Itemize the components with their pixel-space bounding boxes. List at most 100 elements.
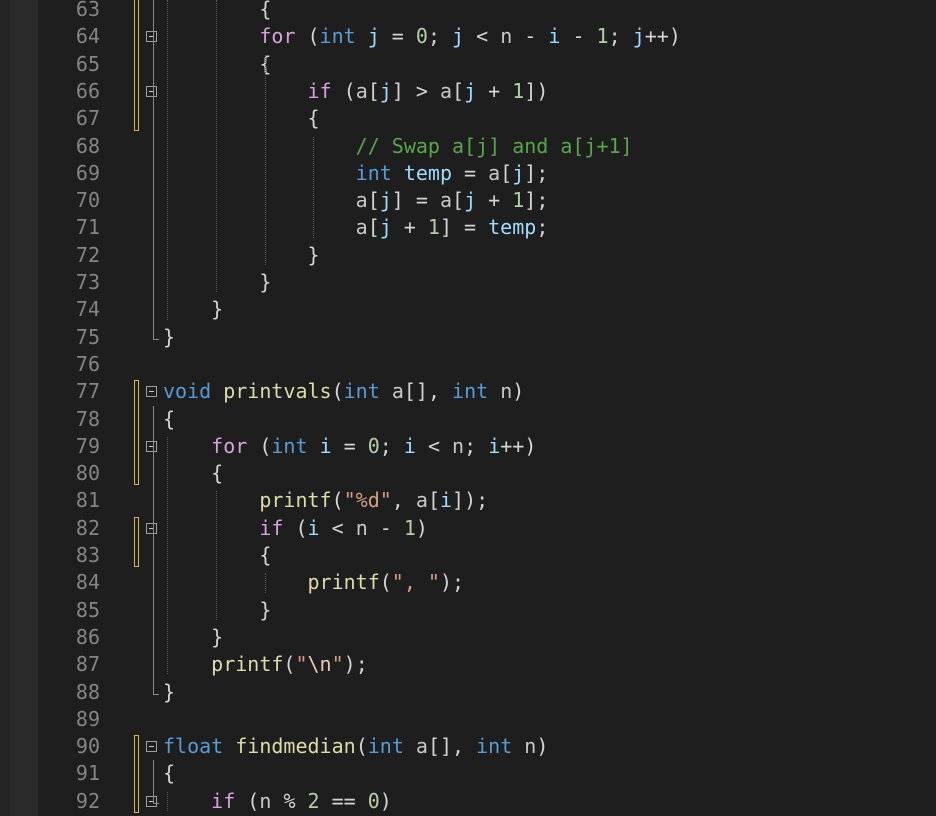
code-token: ( [331, 78, 356, 103]
fold-collapse-icon[interactable] [146, 795, 157, 807]
line-number: 89 [75, 706, 100, 731]
code-line[interactable]: } [163, 242, 319, 269]
fold-collapse-icon[interactable] [146, 440, 157, 452]
indent-guide [313, 136, 315, 238]
code-token: = [379, 24, 416, 49]
code-token: [ [500, 160, 513, 185]
code-token: i [439, 488, 453, 513]
code-line[interactable]: if (i < n - 1) [163, 515, 428, 542]
fold-collapse-icon[interactable] [146, 522, 157, 534]
code-token: [ [452, 188, 465, 213]
indent-guide [264, 54, 266, 265]
indent-guide [264, 573, 266, 593]
code-token: < [319, 515, 356, 540]
code-line[interactable]: } [163, 624, 223, 651]
code-line[interactable]: float findmedian(int a[], int n) [163, 733, 548, 760]
code-token: printf [259, 488, 332, 513]
code-token: ; [379, 433, 404, 458]
code-token: 0 [367, 433, 380, 458]
code-token: i [319, 433, 332, 458]
line-number: 71 [75, 215, 100, 240]
modified-line-marker [134, 0, 139, 131]
code-line[interactable]: for (int i = 0; i < n; i++) [163, 433, 536, 460]
code-token: = [452, 160, 489, 185]
code-token: } [163, 597, 272, 622]
indent-guide [167, 436, 168, 675]
code-token: { [163, 543, 272, 567]
fold-region-end [153, 338, 159, 340]
code-line[interactable]: int temp = a[j]; [163, 160, 549, 187]
modified-line-marker [134, 380, 139, 486]
code-line[interactable]: { [163, 51, 271, 78]
fold-collapse-icon[interactable] [146, 85, 157, 97]
code-line[interactable]: { [163, 460, 223, 487]
code-token: } [163, 624, 224, 649]
code-line[interactable]: // Swap a[j] and a[j+1] [163, 133, 633, 160]
line-number: 91 [75, 761, 100, 786]
code-token: // Swap a[j] and a[j+1] [355, 133, 633, 158]
code-token: a [488, 160, 501, 185]
indent-guide [215, 0, 217, 293]
code-token: < [415, 433, 453, 458]
fold-region-line [153, 0, 154, 339]
line-number: 66 [75, 78, 100, 103]
code-token: ( [331, 379, 344, 404]
code-token: 0 [415, 24, 428, 49]
code-token: int [319, 24, 356, 49]
code-line[interactable]: { [163, 0, 271, 23]
code-line[interactable]: void printvals(int a[], int n) [163, 378, 524, 405]
code-editor[interactable]: 63 64 65 66 67 68 69 70 71 72 73 74 75 76 77 78 79 80 81 82… [0, 0, 936, 816]
code-line[interactable]: printf("%d", a[i]); [163, 487, 488, 514]
code-token: j [464, 78, 477, 103]
line-number: 72 [75, 242, 100, 267]
code-token: printf [211, 652, 284, 677]
code-token: ]; [524, 188, 549, 213]
code-line[interactable]: printf("\n"); [163, 651, 368, 678]
code-token: n [500, 24, 513, 49]
code-line[interactable]: } [163, 324, 175, 351]
code-token: ]; [524, 160, 549, 185]
code-line[interactable]: if (n % 2 == 0) [163, 788, 392, 815]
code-line[interactable]: { [163, 105, 320, 132]
code-token: a [391, 379, 404, 404]
code-token: - [512, 24, 549, 49]
code-line[interactable]: } [163, 269, 271, 296]
line-number: 67 [75, 106, 100, 131]
code-line[interactable]: { [163, 542, 271, 569]
code-token: 2 [307, 788, 320, 813]
code-token: [ [367, 188, 380, 213]
fold-collapse-icon[interactable] [146, 741, 157, 753]
line-number: 65 [75, 51, 100, 76]
fold-collapse-icon[interactable] [146, 31, 157, 43]
code-token: i [488, 433, 501, 458]
code-token: } [163, 679, 176, 704]
fold-collapse-icon[interactable] [146, 386, 157, 398]
code-token: { [163, 106, 320, 131]
code-token: { [163, 51, 272, 76]
code-token: printf [307, 570, 380, 595]
code-token: temp [488, 215, 537, 240]
code-line[interactable]: a[j] = a[j + 1]; [163, 187, 549, 214]
code-line[interactable]: a[j + 1] = temp; [163, 214, 549, 241]
code-token: n [259, 788, 272, 813]
code-line[interactable]: } [163, 679, 175, 706]
code-token: [ [367, 215, 380, 240]
code-token: j [367, 24, 380, 49]
code-token: [], [427, 734, 477, 759]
code-token: == [319, 788, 368, 813]
code-token: a [415, 734, 428, 759]
code-line[interactable]: } [163, 296, 223, 323]
code-line[interactable]: { [163, 760, 175, 787]
code-line[interactable]: printf(", "); [163, 569, 465, 596]
code-token: findmedian [235, 734, 356, 759]
code-line[interactable]: if (a[j] > a[j + 1]) [163, 78, 549, 105]
code-token: ( [283, 515, 308, 540]
code-line[interactable]: } [163, 597, 271, 624]
code-line[interactable]: for (int j = 0; j < n - i - 1; j++) [163, 23, 681, 50]
code-line[interactable]: { [163, 406, 175, 433]
line-number: 82 [75, 515, 100, 540]
line-number: 90 [75, 734, 100, 759]
